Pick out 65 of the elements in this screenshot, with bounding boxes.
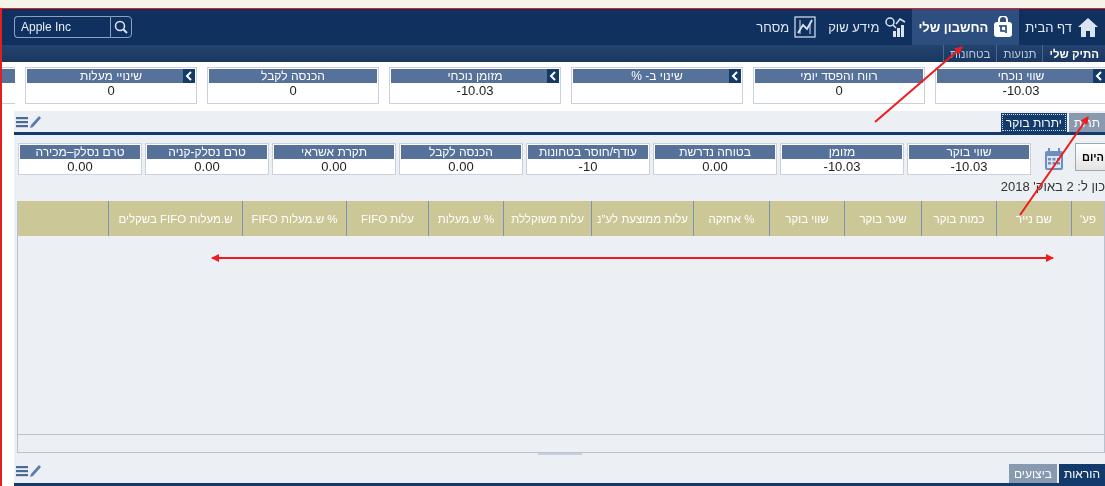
card-label: שינויי מעלות [79, 69, 143, 83]
card-value: -10.03 [949, 159, 989, 175]
chevron-icon[interactable] [183, 69, 195, 83]
card-value: 0.00 [447, 159, 475, 175]
card-label: מזומן [828, 145, 856, 159]
column-header[interactable]: שווי בוקר [769, 201, 844, 236]
card-value: -10.03 [1001, 83, 1041, 100]
card-label: עודף/חוסר בטחונות [539, 145, 637, 159]
bag-icon [993, 16, 1014, 38]
card-label: רווח והפסד יומי [800, 69, 878, 83]
subnav-tab[interactable]: התיק שלי [1042, 45, 1105, 62]
search-button[interactable] [110, 16, 132, 38]
nav-tab[interactable]: מידע שוק [822, 9, 913, 45]
card-label: מזומן נוכחי [447, 69, 503, 83]
card-value: 0.00 [66, 159, 94, 175]
column-header[interactable]: % אחזקה [693, 201, 769, 236]
pencil-icon[interactable] [29, 464, 41, 478]
card-label: שינוי ב- % [631, 69, 683, 83]
card-label: טרם נסלק-קניה [168, 145, 246, 159]
search-icon [114, 20, 128, 34]
card-value: -10 [577, 159, 599, 175]
column-header[interactable]: כמות בוקר [921, 201, 996, 236]
nav-tab[interactable]: החשבון שלי [912, 9, 1020, 45]
card-label: שווי נוכחי [997, 69, 1045, 83]
card-label: שווי בוקר [946, 145, 992, 159]
card-label: הכנסה לקבל [429, 145, 493, 159]
card-value: 0 [106, 83, 116, 100]
column-header[interactable]: שער בוקר [844, 201, 921, 236]
card-label: טרם נסלק–מכירה [35, 145, 125, 159]
card-value: 0.00 [320, 159, 348, 175]
trend-chart-icon [794, 16, 817, 38]
bar-chart-icon [884, 16, 907, 38]
nav-tab[interactable]: דף הבית [1019, 9, 1105, 45]
column-header[interactable]: ש.מעלות FIFO בשקלים [108, 201, 242, 236]
chevron-icon[interactable] [547, 69, 559, 83]
card-label: הכנסה לקבל [261, 69, 325, 83]
card-value: 0 [288, 83, 298, 100]
nav-tab[interactable]: מסחר [750, 9, 823, 45]
card-value: -10.03 [822, 159, 862, 175]
today-button[interactable]: היום [1075, 143, 1105, 171]
column-header[interactable]: % ש.מעלות [428, 201, 503, 236]
search-field[interactable]: Apple Inc [14, 16, 110, 38]
column-header[interactable]: פע' [1071, 201, 1104, 236]
chevron-icon[interactable] [1093, 69, 1105, 83]
menu-icon[interactable] [16, 115, 28, 128]
bottom-tab[interactable]: ביצועים [1008, 464, 1057, 483]
card-value: 0.00 [193, 159, 221, 175]
column-header[interactable]: עלות FIFO [346, 201, 428, 236]
bottom-tab[interactable]: הוראות [1058, 464, 1105, 483]
column-header[interactable]: % ש.מעלות FIFO [242, 201, 346, 236]
card-value: 0 [834, 83, 844, 100]
card-value: 0.00 [701, 159, 729, 175]
card-value: -10.03 [455, 83, 495, 100]
panel-tab[interactable]: יתרות בוקר [1000, 113, 1067, 132]
card-label: בטוחה נדרשת [679, 145, 751, 159]
column-header[interactable]: שם נייר [996, 201, 1071, 236]
splitter-handle[interactable] [537, 453, 582, 455]
column-header[interactable]: עלות ממוצעת לע"נ [591, 201, 693, 236]
chevron-icon[interactable] [729, 69, 741, 83]
home-icon [1077, 16, 1099, 38]
subnav-tab[interactable]: תנועות [996, 45, 1043, 62]
menu-icon[interactable] [16, 465, 28, 477]
column-header[interactable]: עלות משוקללת [503, 201, 591, 236]
pencil-icon[interactable] [29, 114, 41, 129]
card-label: תקרת אשראי [301, 145, 367, 159]
